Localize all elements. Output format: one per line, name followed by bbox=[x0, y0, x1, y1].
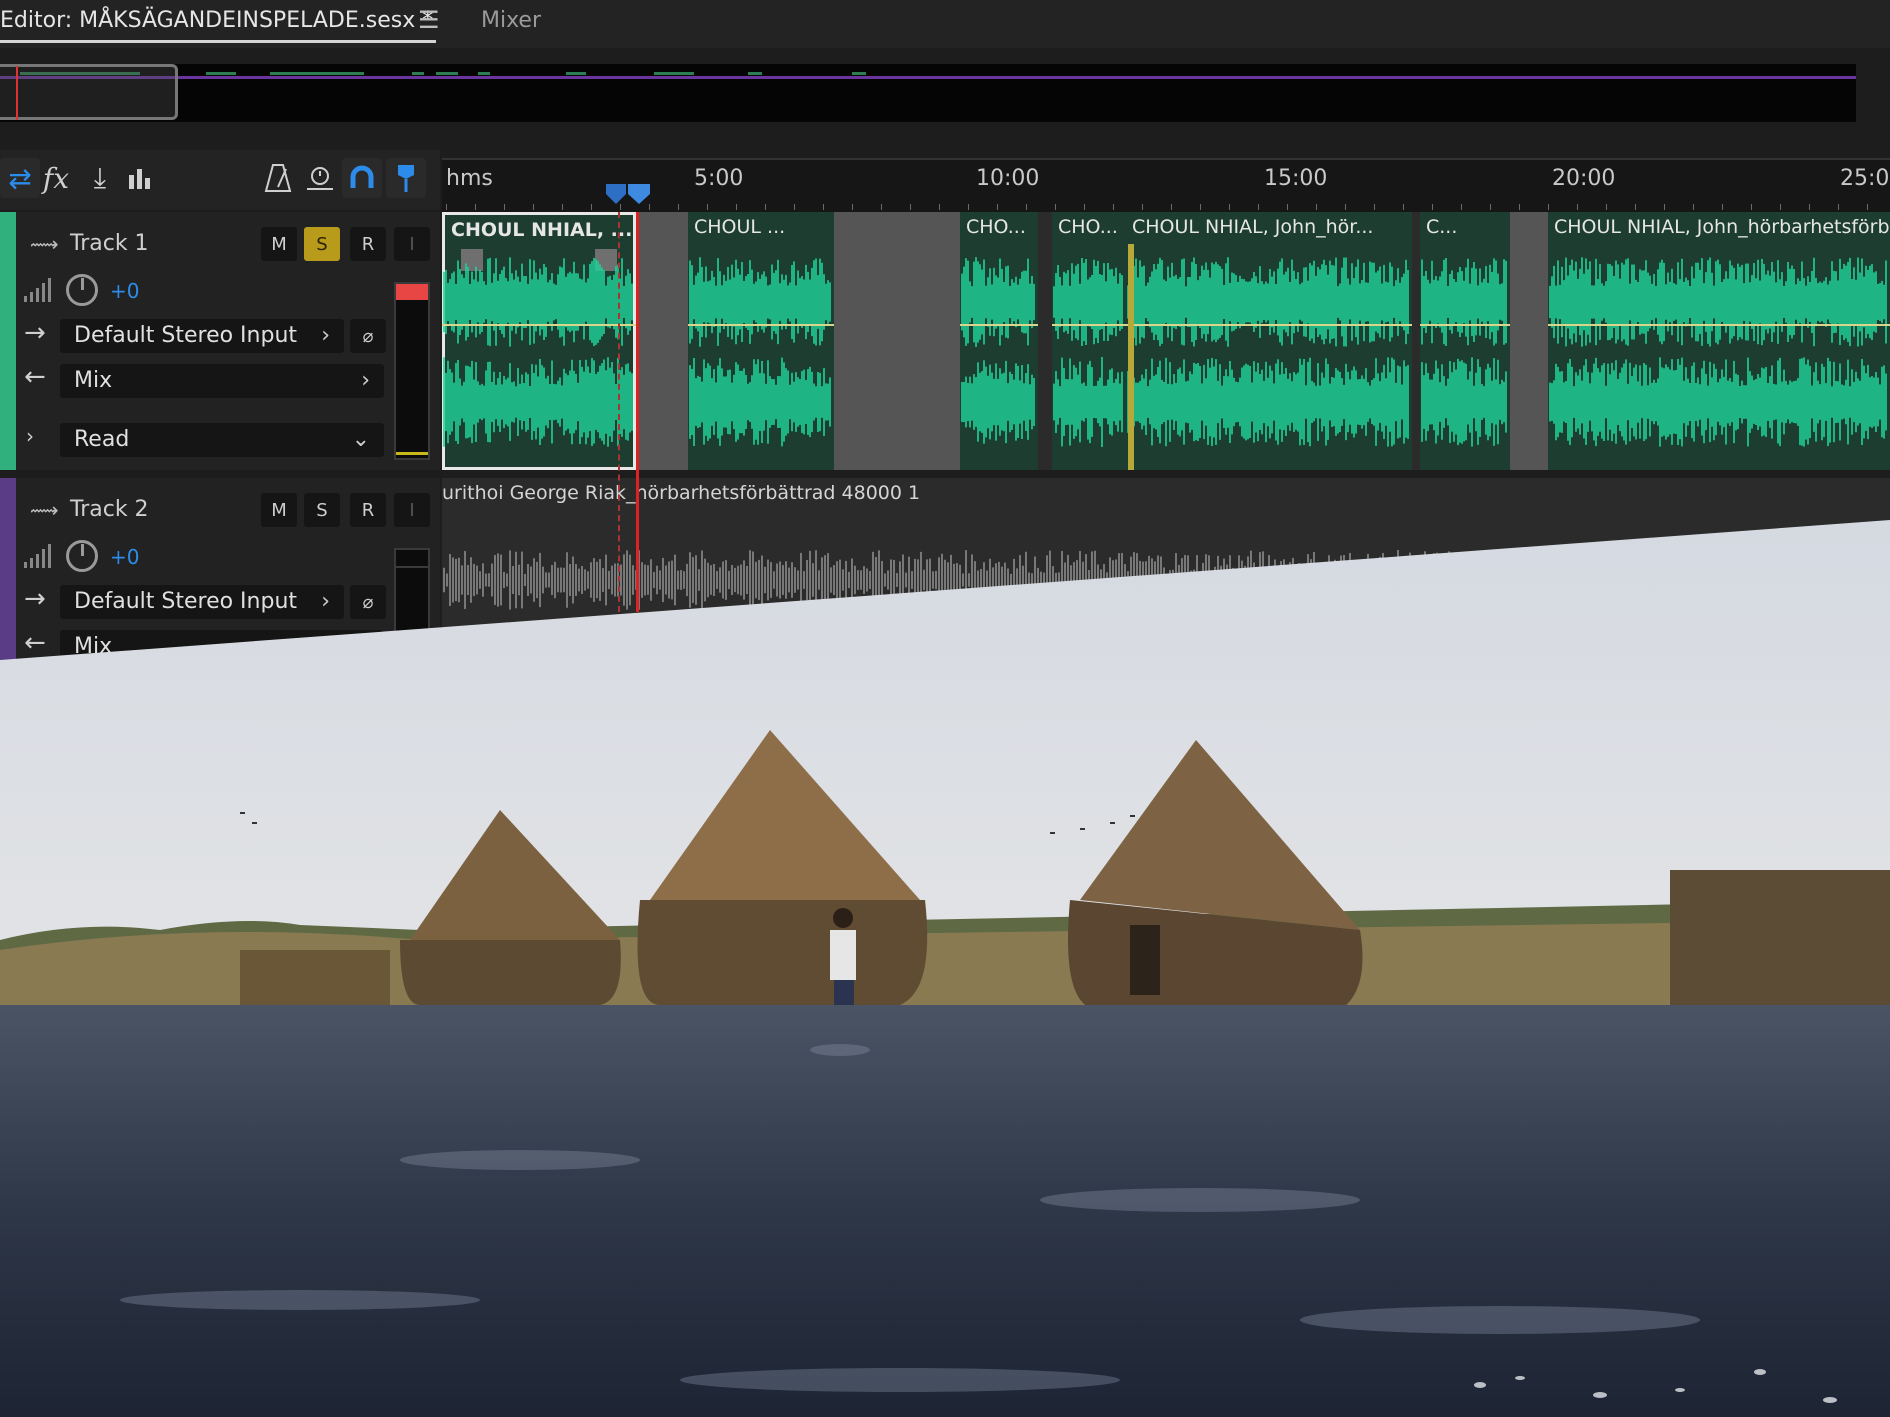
landscape-photo bbox=[0, 520, 1890, 1417]
